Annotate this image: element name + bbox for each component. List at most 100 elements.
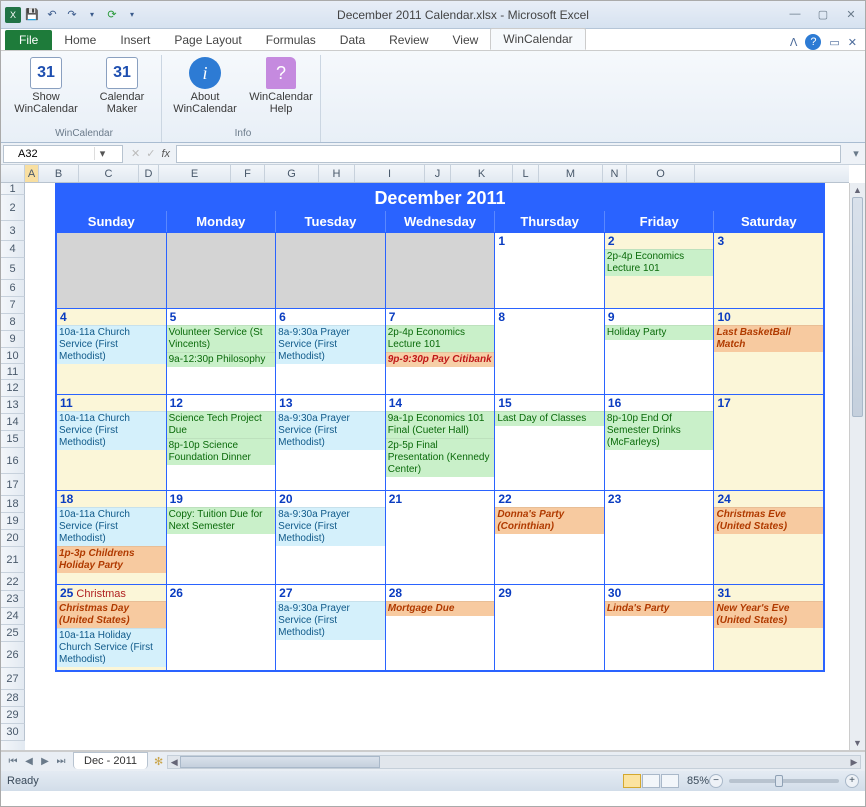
calendar-event[interactable]: 8a-9:30a Prayer Service (First Methodist… bbox=[276, 601, 385, 640]
calendar-event[interactable]: Last Day of Classes bbox=[495, 411, 604, 426]
worksheet-grid[interactable]: ABCDEFGHIJKLMNO 123456789101112131415161… bbox=[1, 165, 865, 751]
save-icon[interactable]: 💾 bbox=[23, 6, 41, 24]
row-header[interactable]: 13 bbox=[1, 397, 25, 414]
calendar-cell[interactable]: 31New Year's Eve (United States) bbox=[714, 585, 823, 670]
calendar-event[interactable]: 10a-11a Holiday Church Service (First Me… bbox=[57, 628, 166, 667]
calendar-event[interactable]: 8p-10p End Of Semester Drinks (McFarleys… bbox=[605, 411, 714, 450]
column-header[interactable]: I bbox=[355, 165, 425, 182]
calendar-cell[interactable]: 9Holiday Party bbox=[605, 309, 715, 394]
calendar-event[interactable]: Mortgage Due bbox=[386, 601, 495, 616]
calendar-cell[interactable]: 22p-4p Economics Lecture 101 bbox=[605, 233, 715, 308]
calendar-event[interactable]: 10a-11a Church Service (First Methodist) bbox=[57, 507, 166, 546]
calendar-cell[interactable]: 25 ChristmasChristmas Day (United States… bbox=[57, 585, 167, 670]
calendar-event[interactable]: Copy: Tuition Due for Next Semester bbox=[167, 507, 276, 534]
enter-formula-icon[interactable]: ✓ bbox=[146, 147, 155, 160]
vscroll-thumb[interactable] bbox=[852, 197, 863, 417]
row-header[interactable]: 16 bbox=[1, 448, 25, 474]
tab-insert[interactable]: Insert bbox=[108, 30, 162, 50]
calendar-cell[interactable]: 26 bbox=[167, 585, 277, 670]
row-header[interactable]: 22 bbox=[1, 573, 25, 591]
column-header[interactable]: K bbox=[451, 165, 513, 182]
calendar-cell[interactable]: 29 bbox=[495, 585, 605, 670]
row-header[interactable]: 25 bbox=[1, 625, 25, 642]
first-sheet-icon[interactable]: ⏮ bbox=[5, 754, 21, 770]
calendar-event[interactable]: Linda's Party bbox=[605, 601, 714, 616]
column-header[interactable]: M bbox=[539, 165, 603, 182]
file-tab[interactable]: File bbox=[5, 30, 52, 50]
calendar-cell[interactable]: 5Volunteer Service (St Vincents)9a-12:30… bbox=[167, 309, 277, 394]
column-header[interactable]: D bbox=[139, 165, 159, 182]
expand-formula-bar-icon[interactable]: ▾ bbox=[847, 147, 865, 160]
tab-wincalendar[interactable]: WinCalendar bbox=[490, 28, 585, 50]
column-header[interactable]: O bbox=[627, 165, 695, 182]
calendar-maker-button[interactable]: 31 Calendar Maker bbox=[91, 55, 153, 115]
normal-view-icon[interactable] bbox=[623, 774, 641, 788]
row-header[interactable]: 28 bbox=[1, 690, 25, 707]
column-header[interactable]: A bbox=[25, 165, 39, 182]
name-box-dropdown-icon[interactable]: ▾ bbox=[94, 147, 110, 160]
zoom-slider[interactable] bbox=[729, 779, 839, 783]
calendar-event[interactable]: 10a-11a Church Service (First Methodist) bbox=[57, 325, 166, 364]
calendar-cell[interactable]: 208a-9:30a Prayer Service (First Methodi… bbox=[276, 491, 386, 584]
calendar-event[interactable]: Volunteer Service (St Vincents) bbox=[167, 325, 276, 352]
row-header[interactable]: 19 bbox=[1, 513, 25, 530]
calendar-cell[interactable]: 23 bbox=[605, 491, 715, 584]
calendar-cell[interactable]: 24Christmas Eve (United States) bbox=[714, 491, 823, 584]
qat-dropdown-icon[interactable]: ▾ bbox=[83, 6, 101, 24]
calendar-cell[interactable] bbox=[276, 233, 386, 308]
column-header[interactable]: F bbox=[231, 165, 265, 182]
window-close-icon[interactable]: ✕ bbox=[848, 36, 857, 49]
close-icon[interactable]: ✕ bbox=[841, 8, 861, 21]
calendar-cell[interactable]: 72p-4p Economics Lecture 1019p-9:30p Pay… bbox=[386, 309, 496, 394]
maximize-icon[interactable]: ▢ bbox=[813, 8, 833, 21]
calendar-event[interactable]: Christmas Day (United States) bbox=[57, 601, 166, 628]
sheet-tab[interactable]: Dec - 2011 bbox=[73, 752, 148, 769]
calendar-event[interactable]: 9a-12:30p Philosophy bbox=[167, 352, 276, 367]
calendar-cell[interactable]: 278a-9:30a Prayer Service (First Methodi… bbox=[276, 585, 386, 670]
vertical-scrollbar[interactable]: ▲ ▼ bbox=[849, 183, 865, 750]
calendar-cell[interactable]: 3 bbox=[714, 233, 823, 308]
calendar-event[interactable]: 8p-10p Science Foundation Dinner bbox=[167, 438, 276, 465]
hscroll-thumb[interactable] bbox=[180, 756, 380, 768]
select-all-corner[interactable] bbox=[1, 165, 25, 182]
tab-data[interactable]: Data bbox=[328, 30, 377, 50]
row-header[interactable]: 10 bbox=[1, 348, 25, 364]
calendar-event[interactable]: Donna's Party (Corinthian) bbox=[495, 507, 604, 534]
page-layout-view-icon[interactable] bbox=[642, 774, 660, 788]
about-wincalendar-button[interactable]: i About WinCalendar bbox=[174, 55, 236, 115]
calendar-cell[interactable]: 168p-10p End Of Semester Drinks (McFarle… bbox=[605, 395, 715, 490]
next-sheet-icon[interactable]: ▶ bbox=[37, 754, 53, 770]
column-header[interactable]: L bbox=[513, 165, 539, 182]
calendar-cell[interactable]: 1 bbox=[495, 233, 605, 308]
wincalendar-help-button[interactable]: ? WinCalendar Help bbox=[250, 55, 312, 115]
row-header[interactable]: 24 bbox=[1, 608, 25, 625]
page-break-view-icon[interactable] bbox=[661, 774, 679, 788]
calendar-cell[interactable] bbox=[57, 233, 167, 308]
calendar-cell[interactable]: 149a-1p Economics 101 Final (Cueter Hall… bbox=[386, 395, 496, 490]
horizontal-scrollbar[interactable]: ◀ ▶ bbox=[167, 755, 861, 769]
calendar-cell[interactable]: 8 bbox=[495, 309, 605, 394]
calendar-cell[interactable]: 15Last Day of Classes bbox=[495, 395, 605, 490]
refresh-icon[interactable]: ⟳ bbox=[103, 6, 121, 24]
tab-view[interactable]: View bbox=[441, 30, 491, 50]
calendar-event[interactable]: Holiday Party bbox=[605, 325, 714, 340]
column-header[interactable]: G bbox=[265, 165, 319, 182]
tab-page-layout[interactable]: Page Layout bbox=[162, 30, 253, 50]
calendar-cell[interactable]: 138a-9:30a Prayer Service (First Methodi… bbox=[276, 395, 386, 490]
prev-sheet-icon[interactable]: ◀ bbox=[21, 754, 37, 770]
row-header[interactable]: 1 bbox=[1, 183, 25, 195]
insert-sheet-icon[interactable]: ✻ bbox=[154, 755, 163, 768]
redo-icon[interactable]: ↷ bbox=[63, 6, 81, 24]
calendar-cell[interactable] bbox=[167, 233, 277, 308]
row-header[interactable]: 6 bbox=[1, 280, 25, 297]
calendar-event[interactable]: Last BasketBall Match bbox=[714, 325, 823, 352]
calendar-event[interactable]: 2p-4p Economics Lecture 101 bbox=[386, 325, 495, 352]
row-header[interactable]: 8 bbox=[1, 314, 25, 331]
column-header[interactable]: J bbox=[425, 165, 451, 182]
calendar-event[interactable]: 1p-3p Childrens Holiday Party bbox=[57, 546, 166, 573]
row-header[interactable]: 5 bbox=[1, 258, 25, 280]
row-header[interactable]: 15 bbox=[1, 431, 25, 448]
column-header[interactable]: H bbox=[319, 165, 355, 182]
row-header[interactable]: 29 bbox=[1, 707, 25, 724]
fx-icon[interactable]: fx bbox=[161, 148, 170, 160]
